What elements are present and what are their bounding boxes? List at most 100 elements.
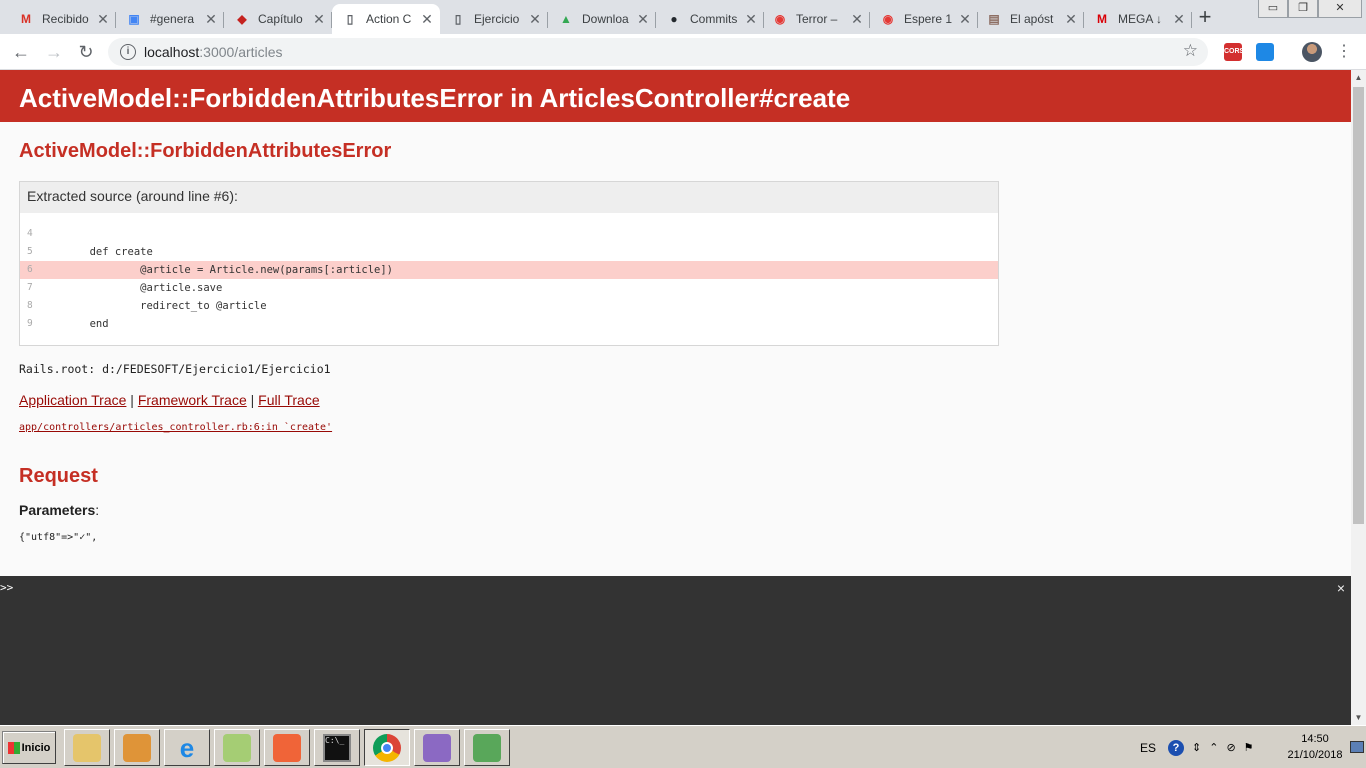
- flag-icon[interactable]: ⚑: [1244, 741, 1254, 754]
- tab-title: Capítulo: [258, 12, 303, 26]
- request-title: Request: [19, 465, 98, 487]
- bookmark-star-icon[interactable]: ☆: [1183, 41, 1198, 61]
- google-drive-icon: ▲: [560, 12, 572, 26]
- full-trace-link[interactable]: Full Trace: [258, 392, 319, 408]
- scroll-down-icon[interactable]: ▼: [1351, 710, 1366, 725]
- url-path: :3000/articles: [199, 44, 283, 60]
- web-console[interactable]: >> ×: [0, 576, 1351, 725]
- trace-line: app/controllers/articles_controller.rb:6…: [19, 422, 1332, 433]
- close-tab-icon[interactable]: ✕: [958, 11, 972, 28]
- line-number: 9: [27, 318, 33, 329]
- taskbar-app-button[interactable]: C:\_: [314, 729, 360, 766]
- close-tab-icon[interactable]: ✕: [850, 11, 864, 28]
- taskbar-app-button[interactable]: [114, 729, 160, 766]
- console-prompt: >>: [0, 581, 14, 594]
- taskbar-app-button[interactable]: e: [164, 729, 210, 766]
- browser-tab[interactable]: M Recibido ✕: [8, 4, 116, 34]
- language-indicator[interactable]: ES: [1140, 741, 1156, 755]
- close-tab-icon[interactable]: ✕: [744, 11, 758, 28]
- browser-tab[interactable]: M MEGA ↓ ✕: [1084, 4, 1192, 34]
- error-content: ActiveModel::ForbiddenAttributesError Ex…: [0, 140, 1351, 543]
- tab-title: Ejercicio: [474, 12, 520, 26]
- browser-tab[interactable]: ● Commits ✕: [656, 4, 764, 34]
- minimize-button[interactable]: ▭: [1258, 0, 1288, 18]
- extension-icon[interactable]: [1256, 43, 1274, 61]
- highlighted-code-line: @article = Article.new(params[:article]): [39, 261, 998, 279]
- book-icon: ◆: [237, 12, 247, 26]
- close-window-button[interactable]: ✕: [1318, 0, 1362, 18]
- parameters-dump: {"utf8"=>"✓",: [19, 532, 98, 543]
- arrow-right-icon: →: [45, 42, 63, 62]
- browser-tab[interactable]: ▯ Ejercicio ✕: [440, 4, 548, 34]
- clock[interactable]: 14:50 21/10/2018: [1275, 731, 1355, 763]
- menu-kebab-icon[interactable]: ⋮: [1336, 42, 1352, 62]
- git-icon: [273, 733, 301, 762]
- document-icon: ▯: [346, 12, 354, 26]
- new-tab-button[interactable]: +: [1194, 6, 1216, 29]
- taskbar-app-button[interactable]: [364, 729, 410, 766]
- application-trace-link[interactable]: Application Trace: [19, 392, 126, 408]
- console-close-icon[interactable]: ×: [1337, 580, 1345, 596]
- close-tab-icon[interactable]: ✕: [1064, 11, 1078, 28]
- restore-button[interactable]: ❐: [1288, 0, 1318, 18]
- extracted-source: Extracted source (around line #6): 4 5 6 7 8…: [19, 181, 999, 346]
- back-button[interactable]: ←: [9, 40, 33, 64]
- tab-title: #genera: [150, 12, 195, 26]
- taskbar-app-button[interactable]: [64, 729, 110, 766]
- avatar[interactable]: [1302, 42, 1322, 62]
- framework-trace-link[interactable]: Framework Trace: [138, 392, 247, 408]
- document-icon: ▯: [454, 12, 462, 26]
- tab-title: Espere 1: [904, 12, 953, 26]
- taskbar-app-button[interactable]: [464, 729, 510, 766]
- code-box: 4 5 6 7 8 9 def create @article = Article.new…: [20, 213, 998, 345]
- close-tab-icon[interactable]: ✕: [636, 11, 650, 28]
- github-icon: ●: [670, 12, 678, 26]
- code-lines: def create @article = Article.new(params…: [39, 225, 998, 333]
- taskbar-app-button[interactable]: [264, 729, 310, 766]
- browser-tab[interactable]: ◉ Espere 1 ✕: [870, 4, 978, 34]
- close-tab-icon[interactable]: ✕: [96, 11, 110, 28]
- start-button[interactable]: Inicio: [2, 731, 56, 764]
- reload-button[interactable]: ↻: [74, 40, 98, 64]
- help-icon[interactable]: ?: [1168, 739, 1185, 756]
- browser-tab[interactable]: ▲ Downloa ✕: [548, 4, 656, 34]
- window-controls: ▭ ❐ ✕: [1258, 0, 1362, 18]
- line-number: 4: [27, 228, 33, 239]
- paint-icon: [423, 733, 451, 762]
- close-tab-icon[interactable]: ✕: [204, 11, 218, 28]
- close-tab-icon[interactable]: ✕: [528, 11, 542, 28]
- browser-tab[interactable]: ◉ Terror – ✕: [762, 4, 870, 34]
- scroll-thumb[interactable]: [1353, 87, 1364, 524]
- clock-time: 14:50: [1301, 733, 1329, 745]
- info-icon[interactable]: i: [120, 44, 136, 60]
- forward-button[interactable]: →: [42, 40, 66, 64]
- page-title: ActiveModel::ForbiddenAttributesError in…: [19, 83, 851, 113]
- page-scrollbar[interactable]: ▲ ▼: [1351, 70, 1366, 725]
- scroll-up-icon[interactable]: ▲: [1351, 70, 1366, 85]
- trace-frame-link[interactable]: app/controllers/articles_controller.rb:6…: [19, 422, 332, 433]
- browser-tab[interactable]: ▣ #genera ✕: [116, 4, 224, 34]
- reload-icon: ↻: [78, 42, 94, 62]
- tray-arrow-icon[interactable]: ⇕: [1192, 741, 1201, 754]
- chrome-icon: [373, 733, 401, 762]
- folder-map-icon: [223, 733, 251, 762]
- taskbar-app-button[interactable]: [414, 729, 460, 766]
- cors-extension-icon[interactable]: CORS: [1224, 43, 1244, 61]
- chart-app-icon: [473, 733, 501, 762]
- close-tab-icon[interactable]: ✕: [1172, 11, 1186, 28]
- browser-tab[interactable]: ▤ El apóst ✕: [976, 4, 1084, 34]
- close-tab-icon[interactable]: ✕: [420, 11, 434, 28]
- close-tab-icon[interactable]: ✕: [312, 11, 326, 28]
- rails-root: Rails.root: d:/FEDESOFT/Ejercicio1/Ejerc…: [19, 362, 331, 376]
- address-bar[interactable]: i localhost:3000/articles ☆: [108, 38, 1208, 66]
- code-line: end: [39, 318, 109, 330]
- browser-tab[interactable]: ◆ Capítulo ✕: [224, 4, 332, 34]
- no-network-icon[interactable]: ⊘: [1226, 741, 1235, 754]
- tab-title: Action C: [366, 12, 412, 26]
- tab-title: Terror –: [796, 12, 838, 26]
- browser-tab[interactable]: ▯ Action C ✕: [332, 4, 440, 34]
- show-desktop-icon[interactable]: [1350, 741, 1364, 753]
- chevron-up-icon[interactable]: ⌃: [1209, 741, 1218, 754]
- taskbar-app-button[interactable]: [214, 729, 260, 766]
